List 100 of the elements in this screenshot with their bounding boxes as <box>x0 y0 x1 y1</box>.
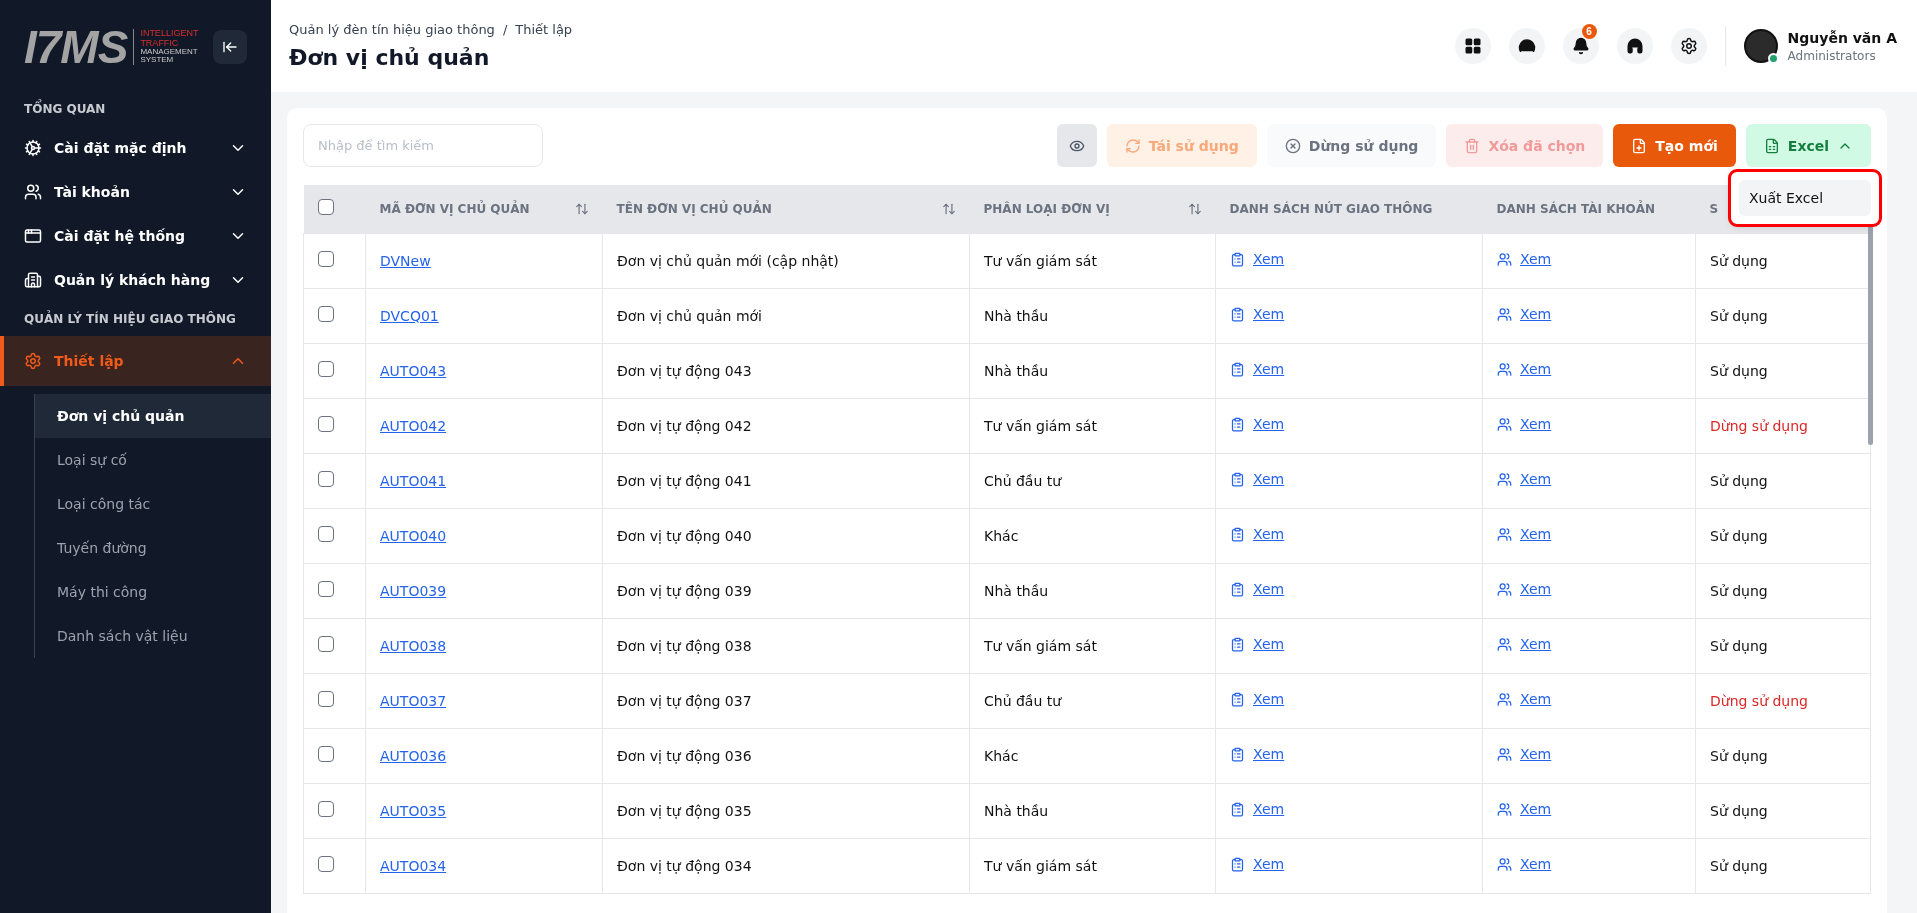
collapse-sidebar-button[interactable] <box>213 30 247 64</box>
sort-icon <box>941 201 956 216</box>
row-checkbox[interactable] <box>318 581 334 597</box>
code-link[interactable]: AUTO035 <box>380 802 447 819</box>
menu-item[interactable]: Xuất Excel <box>1739 180 1871 216</box>
view-accounts-link[interactable]: Xem <box>1497 471 1552 488</box>
row-checkbox[interactable] <box>318 416 334 432</box>
column-header[interactable]: MÃ ĐƠN VỊ CHỦ QUẢN <box>365 185 603 233</box>
view-accounts-link[interactable]: Xem <box>1497 856 1552 873</box>
sidebar-item[interactable]: Thiết lập <box>0 336 271 386</box>
code-link[interactable]: AUTO040 <box>380 527 447 544</box>
users-icon <box>1497 801 1512 817</box>
row-checkbox[interactable] <box>318 306 334 322</box>
user-avatar[interactable] <box>1743 29 1778 63</box>
view-button[interactable] <box>1056 124 1097 167</box>
settings-icon <box>1679 37 1698 55</box>
column-header: DANH SÁCH TÀI KHOẢN <box>1482 185 1696 233</box>
sidebar-item[interactable]: Cài đặt hệ thống <box>0 214 271 258</box>
sidebar-item[interactable]: Quản lý khách hàng <box>0 258 271 302</box>
create-button[interactable]: Tạo mới <box>1613 124 1736 167</box>
row-checkbox[interactable] <box>318 526 334 542</box>
view-nodes-link[interactable]: Xem <box>1230 801 1285 818</box>
table-cell: Tư vấn giám sát <box>969 233 1216 288</box>
clipboard-icon <box>1230 856 1245 872</box>
column-header[interactable]: PHÂN LOẠI ĐƠN VỊ <box>969 185 1216 233</box>
view-accounts-link[interactable]: Xem <box>1497 691 1552 708</box>
view-nodes-link[interactable]: Xem <box>1230 526 1285 543</box>
status-cell: Sử dụng <box>1695 453 1871 508</box>
table-cell: Khác <box>969 728 1216 783</box>
excel-button[interactable]: Excel <box>1745 124 1871 167</box>
view-nodes-link[interactable]: Xem <box>1230 471 1285 488</box>
sidebar-item[interactable]: Tài khoản <box>0 170 271 214</box>
code-link[interactable]: AUTO034 <box>380 857 447 874</box>
users-icon <box>1497 636 1512 652</box>
table-cell: Đơn vị tự động 042 <box>602 398 970 453</box>
view-nodes-link[interactable]: Xem <box>1230 306 1285 323</box>
view-nodes-link[interactable]: Xem <box>1230 416 1285 433</box>
search-field[interactable]: Nhập để tìm kiếm <box>303 124 543 167</box>
gauge-button[interactable] <box>1508 28 1545 64</box>
spreadsheet-icon <box>1763 137 1780 154</box>
status-cell: Sử dụng <box>1695 563 1871 618</box>
view-nodes-link[interactable]: Xem <box>1230 251 1285 268</box>
view-nodes-link[interactable]: Xem <box>1230 636 1285 653</box>
view-accounts-link[interactable]: Xem <box>1497 251 1552 268</box>
logo-tagline: INTELLIGENT TRAFFIC MANAGEMENT SYSTEM <box>133 29 199 65</box>
table-cell: Đơn vị tự động 035 <box>602 783 970 838</box>
sidebar-subitem[interactable]: Đơn vị chủ quản <box>35 394 271 438</box>
view-nodes-link[interactable]: Xem <box>1230 691 1285 708</box>
users-icon <box>1497 856 1512 872</box>
code-link[interactable]: AUTO043 <box>380 362 447 379</box>
row-checkbox[interactable] <box>318 691 334 707</box>
row-checkbox[interactable] <box>318 251 334 267</box>
row-checkbox[interactable] <box>318 856 334 872</box>
code-link[interactable]: AUTO042 <box>380 417 447 434</box>
view-accounts-link[interactable]: Xem <box>1497 801 1552 818</box>
row-checkbox[interactable] <box>318 636 334 652</box>
view-accounts-link[interactable]: Xem <box>1497 746 1552 763</box>
sidebar-subitem[interactable]: Loại sự cố <box>35 438 271 482</box>
sidebar-subitem[interactable]: Tuyến đường <box>35 526 271 570</box>
view-nodes-link[interactable]: Xem <box>1230 361 1285 378</box>
status-cell: Sử dụng <box>1695 508 1871 563</box>
view-nodes-link[interactable]: Xem <box>1230 856 1285 873</box>
view-nodes-link[interactable]: Xem <box>1230 581 1285 598</box>
row-checkbox[interactable] <box>318 471 334 487</box>
breadcrumb-link[interactable]: Quản lý đèn tín hiệu giao thông <box>289 22 495 37</box>
users-icon <box>1497 691 1512 707</box>
table-cell: Nhà thầu <box>969 783 1216 838</box>
view-nodes-link[interactable]: Xem <box>1230 746 1285 763</box>
code-link[interactable]: DVCQ01 <box>380 307 439 324</box>
column-header[interactable]: TÊN ĐƠN VỊ CHỦ QUẢN <box>602 185 970 233</box>
sidebar-subitem[interactable]: Danh sách vật liệu <box>35 614 271 658</box>
settings-button[interactable] <box>1670 28 1707 64</box>
apps-button[interactable] <box>1454 28 1491 64</box>
headset-button[interactable] <box>1616 28 1653 64</box>
view-accounts-link[interactable]: Xem <box>1497 416 1552 433</box>
status-cell: Dừng sử dụng <box>1695 673 1871 728</box>
code-link[interactable]: AUTO038 <box>380 637 447 654</box>
row-checkbox[interactable] <box>318 801 334 817</box>
code-link[interactable]: AUTO037 <box>380 692 447 709</box>
view-accounts-link[interactable]: Xem <box>1497 526 1552 543</box>
row-checkbox[interactable] <box>318 361 334 377</box>
code-link[interactable]: AUTO036 <box>380 747 447 764</box>
code-link[interactable]: AUTO039 <box>380 582 447 599</box>
code-link[interactable]: AUTO041 <box>380 472 447 489</box>
clipboard-icon <box>1230 636 1245 652</box>
code-link[interactable]: DVNew <box>380 252 431 269</box>
breadcrumb-link[interactable]: Thiết lập <box>515 22 573 37</box>
select-all-checkbox[interactable] <box>317 199 334 216</box>
sidebar-subitem[interactable]: Máy thi công <box>35 570 271 614</box>
sidebar-item[interactable]: Cài đặt mặc định <box>0 126 271 170</box>
view-accounts-link[interactable]: Xem <box>1497 361 1552 378</box>
users-icon <box>1497 251 1512 267</box>
view-accounts-link[interactable]: Xem <box>1497 581 1552 598</box>
view-accounts-link[interactable]: Xem <box>1497 306 1552 323</box>
row-checkbox[interactable] <box>318 746 334 762</box>
view-accounts-link[interactable]: Xem <box>1497 636 1552 653</box>
sidebar-section-title: TỔNG QUAN <box>0 92 271 126</box>
clipboard-icon <box>1230 746 1245 762</box>
sidebar-subitem[interactable]: Loại công tác <box>35 482 271 526</box>
clipboard-icon <box>1230 306 1245 322</box>
